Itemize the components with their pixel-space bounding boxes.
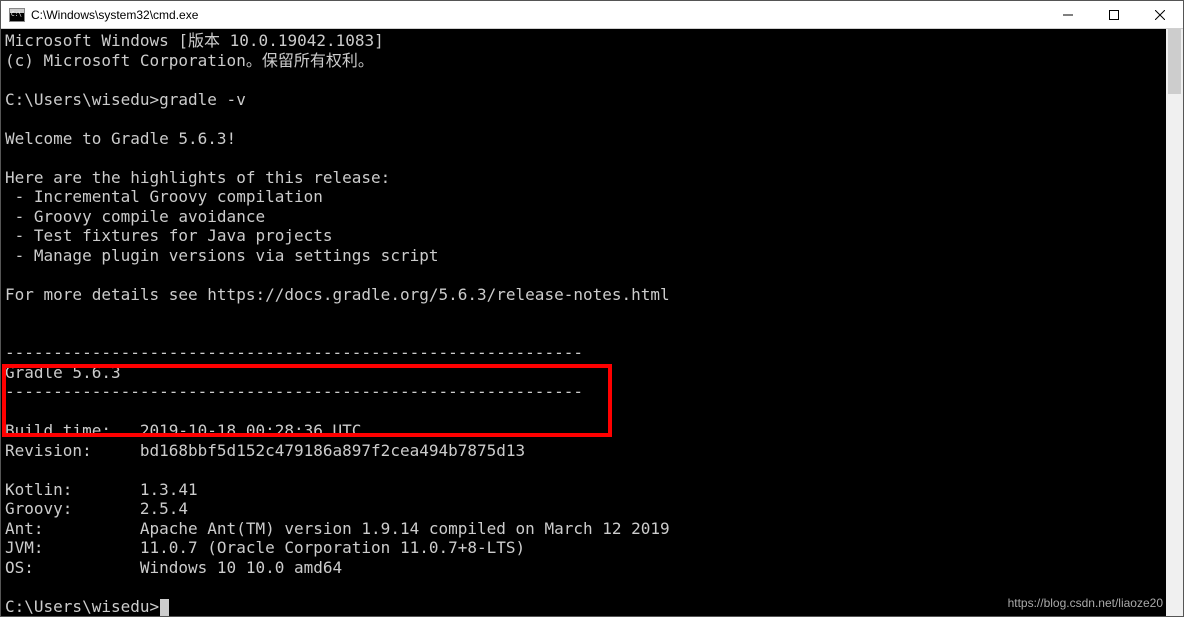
window-controls bbox=[1045, 1, 1183, 28]
console-output[interactable]: Microsoft Windows [版本 10.0.19042.1083] (… bbox=[1, 29, 1166, 616]
output-line: - Test fixtures for Java projects bbox=[5, 226, 333, 245]
cursor bbox=[160, 599, 169, 616]
prompt-line: C:\Users\wisedu> bbox=[5, 597, 159, 616]
output-line: Groovy: 2.5.4 bbox=[5, 499, 188, 518]
output-line: - Groovy compile avoidance bbox=[5, 207, 265, 226]
output-line: (c) Microsoft Corporation。保留所有权利。 bbox=[5, 51, 374, 70]
console-area: Microsoft Windows [版本 10.0.19042.1083] (… bbox=[1, 29, 1183, 616]
output-line: Welcome to Gradle 5.6.3! bbox=[5, 129, 236, 148]
close-button[interactable] bbox=[1137, 1, 1183, 28]
maximize-icon bbox=[1109, 10, 1119, 20]
output-line: For more details see https://docs.gradle… bbox=[5, 285, 670, 304]
output-line: Here are the highlights of this release: bbox=[5, 168, 390, 187]
output-line: - Incremental Groovy compilation bbox=[5, 187, 323, 206]
cmd-window: C:\ C:\Windows\system32\cmd.exe Microsof… bbox=[0, 0, 1184, 617]
titlebar[interactable]: C:\ C:\Windows\system32\cmd.exe bbox=[1, 1, 1183, 29]
output-line: - Manage plugin versions via settings sc… bbox=[5, 246, 438, 265]
output-line: Revision: bd168bbf5d152c479186a897f2cea4… bbox=[5, 441, 525, 460]
close-icon bbox=[1155, 10, 1165, 20]
output-line: OS: Windows 10 10.0 amd64 bbox=[5, 558, 342, 577]
output-line: ----------------------------------------… bbox=[5, 343, 583, 362]
output-line: Kotlin: 1.3.41 bbox=[5, 480, 198, 499]
output-line: Microsoft Windows [版本 10.0.19042.1083] bbox=[5, 31, 384, 50]
scrollbar[interactable] bbox=[1166, 29, 1183, 616]
version-line: Gradle 5.6.3 bbox=[5, 363, 121, 382]
prompt-line: C:\Users\wisedu>gradle -v bbox=[5, 90, 246, 109]
output-line: JVM: 11.0.7 (Oracle Corporation 11.0.7+8… bbox=[5, 538, 525, 557]
scrollbar-thumb[interactable] bbox=[1168, 29, 1181, 94]
maximize-button[interactable] bbox=[1091, 1, 1137, 28]
watermark: https://blog.csdn.net/liaoze20 bbox=[1008, 596, 1163, 610]
output-line: ----------------------------------------… bbox=[5, 382, 583, 401]
window-title: C:\Windows\system32\cmd.exe bbox=[31, 8, 1045, 22]
minimize-button[interactable] bbox=[1045, 1, 1091, 28]
minimize-icon bbox=[1063, 10, 1073, 20]
output-line: Ant: Apache Ant(TM) version 1.9.14 compi… bbox=[5, 519, 670, 538]
cmd-icon: C:\ bbox=[9, 8, 25, 22]
output-line: Build time: 2019-10-18 00:28:36 UTC bbox=[5, 421, 361, 440]
